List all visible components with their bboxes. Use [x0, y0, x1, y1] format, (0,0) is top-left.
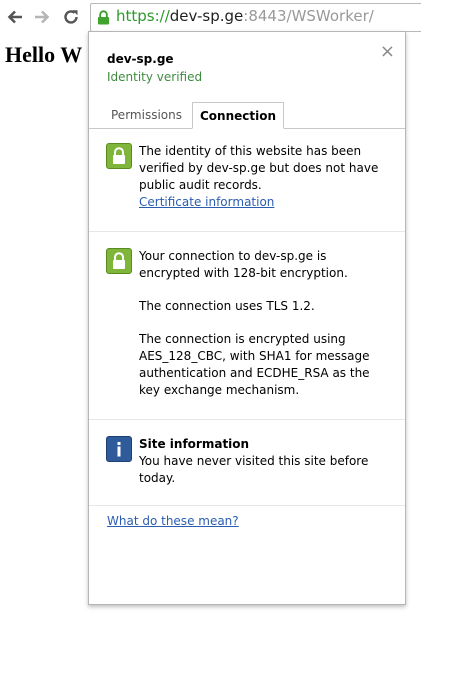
reload-icon	[64, 10, 78, 24]
back-button[interactable]	[3, 5, 27, 29]
close-button[interactable]: ×	[380, 43, 395, 61]
help-link-container: What do these mean?	[107, 514, 239, 528]
lock-badge-icon	[106, 248, 132, 274]
address-bar[interactable]: https://dev-sp.ge:8443/WSWorker/	[90, 3, 421, 32]
secure-lock-icon[interactable]	[97, 10, 110, 25]
connection-text-block: Your connection to dev-sp.ge is encrypte…	[139, 248, 389, 399]
site-information-text-block: Site information You have never visited …	[139, 436, 389, 487]
section-divider	[89, 231, 405, 232]
forward-arrow-icon	[35, 10, 50, 24]
identity-status: Identity verified	[107, 70, 203, 84]
what-do-these-mean-link[interactable]: What do these mean?	[107, 514, 239, 528]
connection-protocol-text: The connection uses TLS 1.2.	[139, 299, 315, 313]
info-badge-icon	[106, 436, 132, 462]
browser-toolbar: https://dev-sp.ge:8443/WSWorker/	[0, 0, 460, 33]
lock-badge-icon	[106, 143, 132, 169]
section-divider	[89, 505, 405, 506]
identity-text: The identity of this website has been ve…	[139, 144, 379, 192]
tab-permissions[interactable]: Permissions	[101, 102, 192, 128]
site-information-text: You have never visited this site before …	[139, 454, 369, 485]
site-information-title: Site information	[139, 437, 250, 451]
reload-button[interactable]	[59, 5, 83, 29]
certificate-information-link[interactable]: Certificate information	[139, 195, 274, 209]
connection-cipher-text: The connection is encrypted using AES_12…	[139, 332, 370, 397]
url-path: :8443/WSWorker/	[243, 7, 374, 25]
popup-tabs: Permissions Connection	[89, 101, 405, 129]
section-divider	[89, 419, 405, 420]
site-info-popup: × dev-sp.ge Identity verified Permission…	[88, 31, 406, 605]
site-information-section: Site information You have never visited …	[106, 436, 390, 492]
identity-text-block: The identity of this website has been ve…	[139, 143, 389, 211]
page-heading: Hello W	[5, 42, 83, 67]
connection-section: Your connection to dev-sp.ge is encrypte…	[106, 248, 390, 398]
back-arrow-icon	[7, 10, 22, 24]
tab-connection[interactable]: Connection	[192, 102, 284, 129]
url-host: dev-sp.ge	[169, 7, 244, 25]
identity-section: The identity of this website has been ve…	[106, 143, 390, 215]
connection-encryption-text: Your connection to dev-sp.ge is encrypte…	[139, 249, 348, 280]
url-text[interactable]: https://dev-sp.ge:8443/WSWorker/	[116, 7, 374, 25]
popup-site-name: dev-sp.ge	[107, 52, 174, 66]
forward-button[interactable]	[30, 5, 54, 29]
url-scheme: https://	[116, 7, 170, 25]
